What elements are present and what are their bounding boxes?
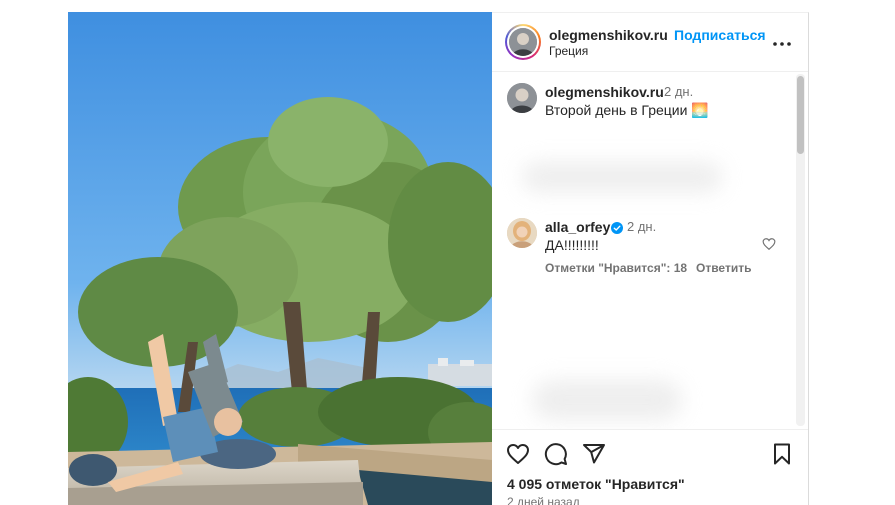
paper-plane-icon[interactable] xyxy=(582,442,606,466)
post-header: olegmenshikov.ru Подписаться Греция xyxy=(492,13,808,72)
instagram-post-view: olegmenshikov.ru Подписаться Греция oleg… xyxy=(0,0,895,505)
comments-scrollbar[interactable] xyxy=(796,74,805,426)
comments-section[interactable]: olegmenshikov.ru 2 дн. Второй день в Гре… xyxy=(492,72,808,429)
author-username[interactable]: olegmenshikov.ru xyxy=(549,27,668,43)
more-horizontal-icon[interactable] xyxy=(770,32,794,56)
likes-count[interactable]: 4 095 отметок "Нравится" xyxy=(507,476,685,492)
post-photo[interactable] xyxy=(68,12,492,505)
comment-author-username[interactable]: alla_orfey xyxy=(545,219,610,235)
comment-bubble-icon[interactable] xyxy=(544,442,568,466)
post-date[interactable]: 2 дней назад xyxy=(507,495,580,505)
comment-time: 2 дн. xyxy=(627,219,657,234)
comment-author-avatar[interactable] xyxy=(507,218,537,248)
heart-outline-icon[interactable] xyxy=(506,442,530,466)
post-actions: 4 095 отметок "Нравится" 2 дней назад xyxy=(492,429,808,505)
comment-text: ДА!!!!!!!!! xyxy=(545,237,599,253)
follow-button[interactable]: Подписаться xyxy=(674,27,766,43)
scrollbar-thumb[interactable] xyxy=(797,76,804,154)
post-photo-image xyxy=(68,12,492,505)
sunset-emoji: 🌅 xyxy=(691,102,709,118)
post-sidebar: olegmenshikov.ru Подписаться Греция oleg… xyxy=(492,12,809,505)
story-ring[interactable] xyxy=(505,24,541,60)
verified-badge-icon xyxy=(611,221,623,234)
reply-button[interactable]: Ответить xyxy=(696,261,751,275)
bookmark-outline-icon[interactable] xyxy=(770,442,794,466)
caption-author-username[interactable]: olegmenshikov.ru xyxy=(545,84,664,100)
caption-text: Второй день в Греции 🌅 xyxy=(545,102,709,119)
comment-likes-count[interactable]: Отметки "Нравится": 18 xyxy=(545,261,687,275)
comment-heart-icon[interactable] xyxy=(762,237,776,251)
author-avatar[interactable] xyxy=(509,28,537,56)
caption-text-content: Второй день в Греции xyxy=(545,102,688,118)
caption-author-avatar[interactable] xyxy=(507,83,537,113)
post-location[interactable]: Греция xyxy=(549,44,588,58)
caption-time: 2 дн. xyxy=(664,84,694,99)
